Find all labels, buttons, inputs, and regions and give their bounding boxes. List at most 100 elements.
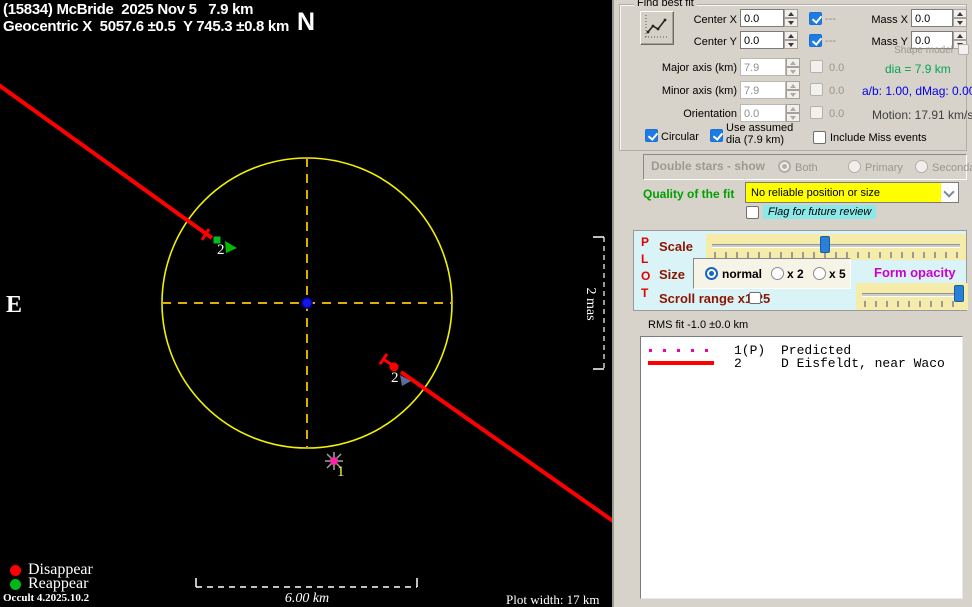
center-x-dashes: --- xyxy=(825,13,836,25)
scale-slider-thumb[interactable] xyxy=(820,236,830,253)
plot-letters: P L O T xyxy=(641,235,651,300)
chord-label-upper: 2 xyxy=(217,242,225,258)
major-axis-input[interactable] xyxy=(740,58,786,76)
predicted-line-sample xyxy=(649,349,711,352)
double-stars-both-radio[interactable] xyxy=(778,160,791,173)
plot-controls-box: P L O T Scale Size normal x 2 x 5 Form o… xyxy=(633,230,968,311)
predicted-label: 1 xyxy=(337,464,345,480)
chord-listbox[interactable]: 1(P) Predicted 2 D Eisfeldt, near Waco xyxy=(640,336,963,599)
minor-axis-label: Minor axis (km) xyxy=(661,85,737,97)
size-normal-radio[interactable] xyxy=(705,267,718,280)
disappear-legend-dot xyxy=(10,565,21,576)
center-x-label: Center X xyxy=(693,14,737,26)
circular-label: Circular xyxy=(661,131,699,143)
form-opacity-slider[interactable] xyxy=(856,283,968,310)
center-y-checkbox[interactable] xyxy=(809,34,822,47)
chord-2-pre-segment[interactable] xyxy=(0,83,214,240)
orientation-aux: 0.0 xyxy=(829,108,845,120)
minor-axis-checkbox[interactable] xyxy=(810,83,823,96)
center-x-spinner[interactable] xyxy=(784,9,798,27)
minor-axis-aux: 0.0 xyxy=(829,85,845,97)
size-radio-group: normal x 2 x 5 xyxy=(693,258,851,289)
dia-text: dia = 7.9 km xyxy=(885,62,951,76)
double-stars-secondary-label: Secondary xyxy=(932,162,972,174)
dropdown-arrow-icon[interactable] xyxy=(941,183,958,202)
quality-label: Quality of the fit xyxy=(643,187,735,201)
observed-line-sample xyxy=(648,361,714,365)
use-assumed-checkbox[interactable] xyxy=(710,129,723,142)
scale-slider[interactable] xyxy=(706,234,966,260)
shape-model-label: Shape model xyxy=(894,45,953,56)
center-x-checkbox[interactable] xyxy=(809,12,822,25)
quality-value: No reliable position or size xyxy=(751,187,881,199)
center-y-input[interactable] xyxy=(740,31,784,49)
mas-scale-label: 2 mas xyxy=(583,287,598,321)
center-x-input[interactable] xyxy=(740,9,784,27)
scroll-range-checkbox[interactable] xyxy=(749,292,761,304)
circular-checkbox[interactable] xyxy=(645,129,658,142)
scale-slider-track xyxy=(712,244,960,248)
major-axis-checkbox[interactable] xyxy=(810,60,823,73)
chord-2-post-segment[interactable] xyxy=(399,370,615,523)
legend-reappear: Reappear xyxy=(28,575,89,592)
minor-axis-spinner[interactable] xyxy=(786,81,800,99)
double-stars-primary-label: Primary xyxy=(865,162,903,174)
plot-subtitle: Geocentric X 5057.6 ±0.5 Y 745.3 ±0.8 km xyxy=(3,18,290,35)
plot-title: (15834) McBride 2025 Nov 5 7.9 km xyxy=(3,1,254,18)
orientation-spinner[interactable] xyxy=(786,104,800,122)
size-label: Size xyxy=(659,267,686,282)
include-miss-checkbox[interactable] xyxy=(813,131,826,144)
form-opacity-track xyxy=(862,293,962,297)
form-opacity-ticks xyxy=(864,301,962,307)
use-assumed-label: Use assumed dia (7.9 km) xyxy=(726,122,794,146)
plot-graphics xyxy=(0,83,615,588)
center-y-label: Center Y xyxy=(693,36,737,48)
motion-arrow-green xyxy=(225,241,237,253)
chord-name: D Eisfeldt, near Waco xyxy=(781,356,945,371)
km-scale-label: 6.00 km xyxy=(284,591,330,606)
north-label: N xyxy=(297,8,316,36)
scale-label: Scale xyxy=(659,239,693,254)
ab-dmag-text: a/b: 1.00, dMag: 0.00 xyxy=(862,84,972,98)
size-x5-label: x 5 xyxy=(829,267,846,281)
plot-width-label: Plot width: 17 km xyxy=(506,592,600,607)
double-stars-secondary-radio[interactable] xyxy=(915,160,928,173)
occult-chord-fit-window: (15834) McBride 2025 Nov 5 7.9 km Geocen… xyxy=(0,0,972,607)
motion-text: Motion: 17.91 km/s xyxy=(872,108,972,122)
mass-x-spinner[interactable] xyxy=(953,9,967,27)
orientation-input[interactable] xyxy=(740,104,786,122)
fit-control-panel: Find best fit Center X --- Mass X Center… xyxy=(614,0,972,607)
center-y-spinner[interactable] xyxy=(784,31,798,49)
rms-fit-label: RMS fit -1.0 ±0.0 km xyxy=(648,319,749,331)
find-best-fit-label: Find best fit xyxy=(634,0,697,9)
form-opacity-thumb[interactable] xyxy=(954,285,964,302)
version-label: Occult 4.2025.10.2 xyxy=(3,592,90,604)
orientation-label: Orientation xyxy=(683,108,737,120)
minor-axis-input[interactable] xyxy=(740,81,786,99)
asteroid-center-dot xyxy=(301,297,313,309)
size-x2-label: x 2 xyxy=(787,267,804,281)
size-x5-radio[interactable] xyxy=(813,267,826,280)
reappear-legend-dot xyxy=(10,579,21,590)
orientation-checkbox[interactable] xyxy=(810,106,823,119)
double-stars-primary-radio[interactable] xyxy=(848,160,861,173)
quality-dropdown[interactable]: No reliable position or size xyxy=(745,182,959,203)
flag-review-label: Flag for future review xyxy=(763,205,877,219)
chord-id: 2 xyxy=(734,356,742,371)
double-stars-label: Double stars - show xyxy=(651,159,766,173)
major-axis-spinner[interactable] xyxy=(786,58,800,76)
mass-x-input[interactable] xyxy=(911,9,953,27)
size-x2-radio[interactable] xyxy=(771,267,784,280)
center-y-dashes: --- xyxy=(825,35,836,47)
major-axis-aux: 0.0 xyxy=(829,62,845,74)
shape-model-checkbox[interactable] xyxy=(958,44,969,55)
include-miss-label: Include Miss events xyxy=(830,132,927,144)
occultation-plot-canvas[interactable]: (15834) McBride 2025 Nov 5 7.9 km Geocen… xyxy=(0,0,615,607)
mass-x-label: Mass X xyxy=(871,14,908,26)
east-label: E xyxy=(6,292,23,318)
flag-review-checkbox[interactable] xyxy=(746,206,759,219)
chord-label-lower: 2 xyxy=(391,370,399,386)
double-stars-both-label: Both xyxy=(795,162,818,174)
major-axis-label: Major axis (km) xyxy=(661,62,737,74)
size-normal-label: normal xyxy=(722,267,763,281)
